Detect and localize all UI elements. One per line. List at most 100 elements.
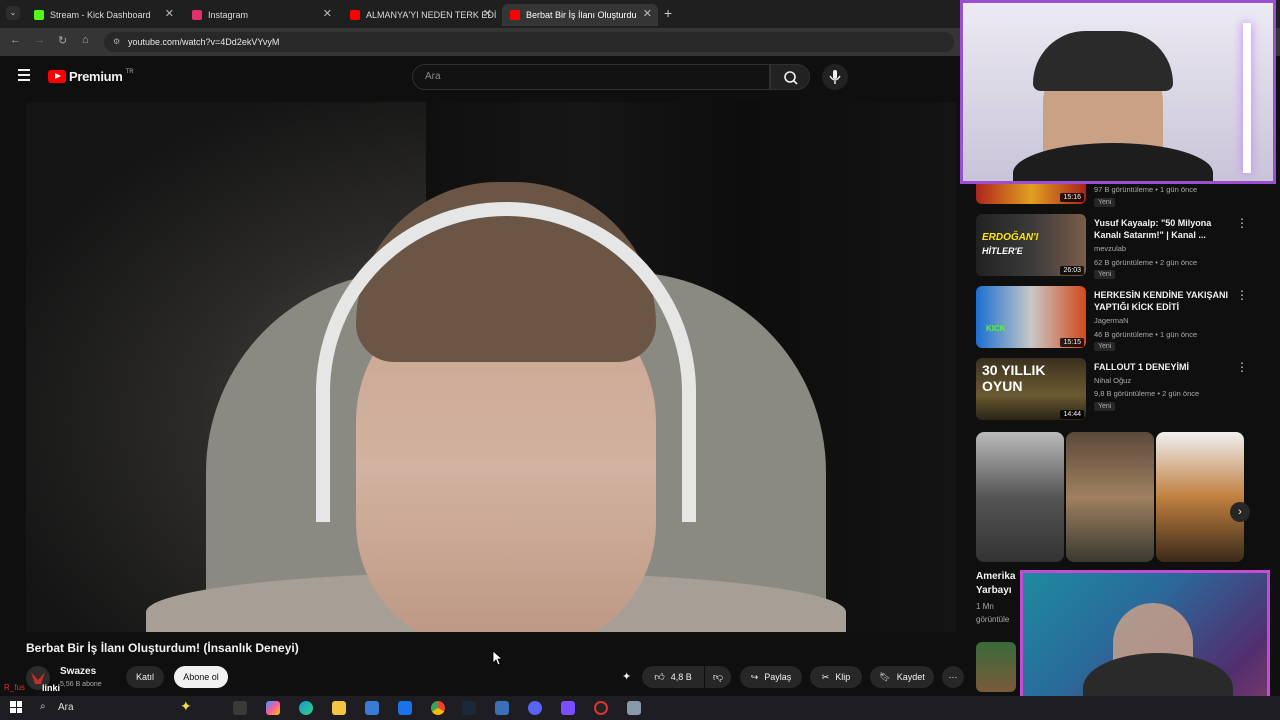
tab-kick-dashboard[interactable]: Stream - Kick Dashboard ✕ [26,4,180,26]
bookmark-icon: 🔖︎ [879,671,891,682]
home-icon[interactable]: ⌂ [82,34,89,46]
tab-almanya-video[interactable]: ALMANYA'YI NEDEN TERK EDİ ✕ [342,4,498,26]
new-badge: Yeni [1094,402,1116,411]
mouse-cursor-icon [492,650,502,666]
second-webcam-overlay [1020,570,1270,715]
voice-search-button[interactable] [822,64,848,90]
recommendation-item[interactable]: 30 YILLIK OYUN 14:44 FALLOUT 1 DENEYİMİ … [976,358,1256,426]
partial-rec-views-1: 1 Mn [976,602,994,611]
short-thumbnail[interactable] [976,432,1064,562]
channel-name: mevzulab [1094,244,1127,253]
youtube-logo[interactable]: Premium TR [48,69,134,84]
taskbar-search-label[interactable]: Ara [58,702,74,713]
site-info-icon[interactable]: ⚙ [113,32,120,52]
channel-name: Nihal Oğuz [1094,376,1132,385]
menu-icon[interactable] [18,69,30,81]
chevron-right-icon[interactable]: › [1230,502,1250,522]
video-views: 46 B görüntüleme • 1 gün önce [1094,330,1198,339]
forward-icon[interactable]: → [34,34,45,46]
webcam-headset [1033,31,1173,91]
like-button[interactable]: 👍︎ 4,8 B [642,666,704,688]
video-player[interactable] [26,102,956,632]
video-title: Berbat Bir İş İlanı Oluşturdum! (İnsanlı… [26,641,299,655]
share-button[interactable]: ↪ Paylaş [740,666,802,688]
copilot-icon[interactable] [266,701,280,715]
tab-current-video[interactable]: Berbat Bir İş İlanı Oluşturdu ✕ [502,4,658,26]
subscribe-button[interactable]: Abone ol [174,666,228,688]
app-icon[interactable] [561,701,575,715]
chat-username: R_fus [4,683,25,692]
video-title: FALLOUT 1 DENEYİMİ [1094,362,1190,372]
file-explorer-icon[interactable] [332,701,346,715]
mic-icon [829,70,841,84]
subscriber-count: 5,56 B abone [60,681,102,688]
video-views: 97 B görüntüleme • 1 gün önce [1094,185,1198,194]
kick-icon [34,10,44,20]
tab-label: Stream - Kick Dashboard [50,10,151,20]
search-icon[interactable]: ⌕ [40,701,46,712]
youtube-logo-icon [48,70,66,83]
video-duration: 15:15 [1060,338,1084,347]
clip-label: Klip [835,672,851,682]
save-button[interactable]: 🔖︎ Kaydet [870,666,934,688]
like-count: 4,8 B [670,672,692,682]
edge-icon[interactable] [299,701,313,715]
copilot-sparkle-icon[interactable]: ✦ [180,698,192,715]
clip-button[interactable]: ✂ Klip [810,666,862,688]
more-vert-icon[interactable]: ⋮ [1236,288,1248,302]
app-icon[interactable] [627,701,641,715]
url-text: youtube.com/watch?v=4Dd2ekVYvyM [128,37,280,47]
task-view-icon[interactable] [233,701,247,715]
url-field[interactable]: ⚙ youtube.com/watch?v=4Dd2ekVYvyM [104,32,954,52]
close-icon[interactable]: ✕ [483,7,492,20]
join-button[interactable]: Katıl [126,666,164,688]
new-tab-button[interactable]: + [664,5,672,21]
search-button[interactable] [770,64,810,90]
app-icon[interactable] [495,701,509,715]
recommendation-item[interactable]: ERDOĞAN'I HİTLER'E 26:03 Yusuf Kayaalp: … [976,214,1256,282]
dislike-button[interactable]: 👎︎ [705,666,731,688]
partial-rec-title-2[interactable]: Yarbayı [976,585,1012,596]
close-icon[interactable]: ✕ [165,7,174,20]
mail-icon[interactable] [398,701,412,715]
windows-start-icon[interactable] [10,701,22,713]
steam-icon[interactable] [462,701,476,715]
sparkle-icon[interactable]: ✦ [622,670,631,683]
chrome-icon[interactable] [431,701,445,715]
more-vert-icon[interactable]: ⋮ [1236,216,1248,230]
close-icon[interactable]: ✕ [323,7,332,20]
more-actions-button[interactable]: ⋯ [942,666,964,688]
short-thumbnail[interactable] [1156,432,1244,562]
thumbs-down-icon: 👎︎ [712,672,724,683]
short-thumbnail[interactable] [1066,432,1154,562]
tab-instagram[interactable]: Instagram ✕ [184,4,338,26]
partial-rec-title-1[interactable]: Amerika [976,571,1015,582]
recommendation-item[interactable]: KICK 15:15 HERKESİN KENDİNE YAKIŞANI YAP… [976,286,1256,354]
partial-rec-views-2: görüntüle [976,615,1010,624]
tab-label: ALMANYA'YI NEDEN TERK EDİ [366,10,497,20]
discord-icon[interactable] [528,701,542,715]
reload-icon[interactable]: ↻ [58,34,67,47]
tab-label: Instagram [208,10,249,20]
search-input[interactable]: Ara [412,64,770,90]
search-icon [784,71,798,85]
youtube-icon [350,10,360,20]
more-vert-icon[interactable]: ⋮ [1236,360,1248,374]
video-views: 62 B görüntüleme • 2 gün önce [1094,258,1198,267]
new-badge: Yeni [1094,270,1116,279]
video-title: Yusuf Kayaalp: "50 Milyona Kanalı Satarı… [1094,218,1212,240]
video-duration: 14:44 [1060,410,1084,419]
video-duration: 26:03 [1060,266,1084,275]
streamer-webcam-overlay [960,0,1276,184]
logo-text: Premium [69,69,123,84]
back-icon[interactable]: ← [10,34,21,46]
video-thumbnail[interactable] [976,642,1016,692]
store-icon[interactable] [365,701,379,715]
share-icon: ↪ [750,671,759,682]
tab-label: Berbat Bir İş İlanı Oluşturdu [526,10,637,20]
close-icon[interactable]: ✕ [643,7,652,20]
new-badge: Yeni [1094,198,1116,207]
obs-icon[interactable] [594,701,608,715]
channel-name[interactable]: Swazes [60,666,96,677]
tab-menu-button[interactable]: ⌄ [6,6,20,20]
